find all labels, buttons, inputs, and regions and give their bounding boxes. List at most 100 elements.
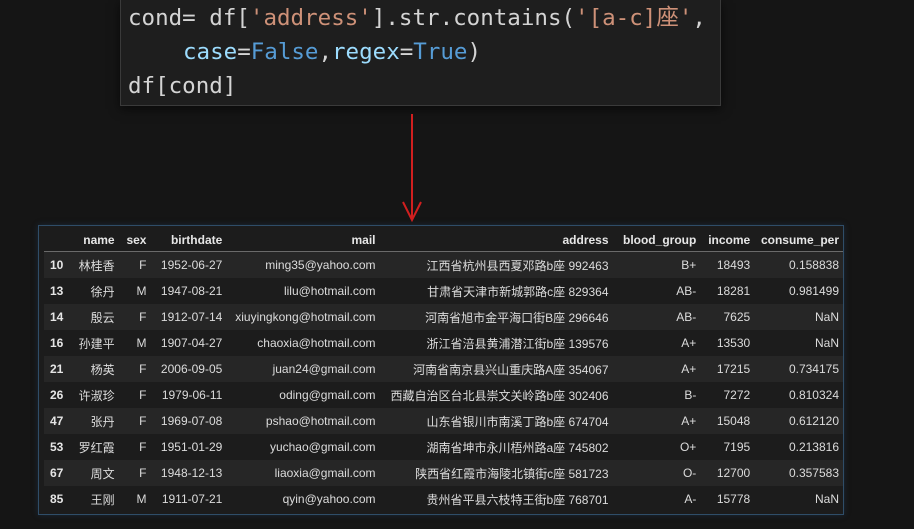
code-token: = — [399, 39, 414, 65]
column-header-blood-group: blood_group — [612, 228, 701, 252]
table-row: 47 张丹 F 1969-07-08 pshao@hotmail.com 山东省银川市南溪… — [44, 408, 843, 434]
cell-name: 王刚 — [71, 486, 119, 512]
cell-income: 17215 — [700, 356, 755, 382]
cell-income: 18281 — [700, 278, 755, 304]
code-param: regex — [332, 39, 400, 65]
cell-mail: pshao@hotmail.com — [226, 408, 380, 434]
table-row: 14 殷云 F 1912-07-14 xiuyingkong@hotmail.com 河南… — [44, 304, 843, 330]
row-index: 85 — [44, 486, 72, 512]
column-header-sex: sex — [118, 228, 151, 252]
code-token: cond= df[ — [128, 5, 250, 31]
cell-name: 徐丹 — [71, 278, 119, 304]
cell-blood-group: O- — [612, 460, 701, 486]
cell-address: 山东省银川市南溪丁路b座 674704 — [379, 408, 613, 434]
cell-income: 12700 — [700, 460, 755, 486]
code-line-2: case=False,regex=True) — [183, 37, 481, 67]
cell-birthdate: 1979-06-11 — [150, 382, 227, 408]
cell-blood-group: B+ — [612, 251, 701, 278]
code-string: '[a-c]座' — [575, 5, 693, 31]
cell-birthdate: 1912-07-14 — [150, 304, 227, 330]
row-index: 21 — [44, 356, 72, 382]
output-dataframe: name sex birthdate mail address blood_gr… — [38, 225, 844, 515]
dataframe-table: name sex birthdate mail address blood_gr… — [44, 228, 843, 512]
column-header-income: income — [700, 228, 755, 252]
code-token: ].str.contains( — [371, 5, 576, 31]
cell-birthdate: 1952-06-27 — [150, 251, 227, 278]
cell-income: 7625 — [700, 304, 755, 330]
cell-mail: juan24@gmail.com — [226, 356, 380, 382]
cell-birthdate: 1947-08-21 — [150, 278, 227, 304]
code-line-1: cond= df['address'].str.contains('[a-c]座… — [128, 3, 706, 33]
code-line-3: df[cond] — [128, 71, 236, 101]
code-constant: True — [413, 39, 468, 65]
code-string: 'address' — [249, 5, 372, 31]
cell-income: 18493 — [700, 251, 755, 278]
code-token: ) — [467, 39, 482, 65]
cell-address: 贵州省平县六枝特王街b座 768701 — [379, 486, 613, 512]
cell-address: 河南省南京县兴山重庆路A座 354067 — [379, 356, 613, 382]
cell-name: 周文 — [71, 460, 119, 486]
cell-consume-per: NaN — [754, 486, 843, 512]
cell-sex: F — [118, 382, 151, 408]
cell-mail: oding@gmail.com — [226, 382, 380, 408]
row-index: 10 — [44, 251, 72, 278]
cell-name: 张丹 — [71, 408, 119, 434]
table-row: 67 周文 F 1948-12-13 liaoxia@gmail.com 陕西省红霞市海陵… — [44, 460, 843, 486]
cell-consume-per: 0.734175 — [754, 356, 843, 382]
cell-mail: lilu@hotmail.com — [226, 278, 380, 304]
code-constant: False — [250, 39, 319, 65]
cell-sex: M — [118, 278, 151, 304]
table-row: 13 徐丹 M 1947-08-21 lilu@hotmail.com 甘肃省天津市新城郭… — [44, 278, 843, 304]
index-header — [44, 228, 72, 252]
cell-consume-per: 0.810324 — [754, 382, 843, 408]
cell-income: 7272 — [700, 382, 755, 408]
row-index: 53 — [44, 434, 72, 460]
code-token: = — [237, 39, 251, 65]
cell-blood-group: AB- — [612, 304, 701, 330]
table-row: 16 孙建平 M 1907-04-27 chaoxia@hotmail.com 浙江省涪县… — [44, 330, 843, 356]
cell-name: 许淑珍 — [71, 382, 119, 408]
row-index: 26 — [44, 382, 72, 408]
cell-consume-per: 0.612120 — [754, 408, 843, 434]
cell-mail: yuchao@gmail.com — [226, 434, 380, 460]
code-param: case — [183, 39, 238, 65]
code-cell[interactable]: cond= df['address'].str.contains('[a-c]座… — [120, 0, 721, 106]
cell-birthdate: 1948-12-13 — [150, 460, 227, 486]
cell-income: 15048 — [700, 408, 755, 434]
cell-birthdate: 1969-07-08 — [150, 408, 227, 434]
table-row: 21 杨英 F 2006-09-05 juan24@gmail.com 河南省南京县兴山重… — [44, 356, 843, 382]
cell-consume-per: 0.158838 — [754, 251, 843, 278]
cell-address: 西藏自治区台北县崇文关岭路b座 302406 — [379, 382, 613, 408]
cell-consume-per: 0.213816 — [754, 434, 843, 460]
cell-income: 15778 — [700, 486, 755, 512]
cell-income: 13530 — [700, 330, 755, 356]
cell-name: 罗红霞 — [71, 434, 119, 460]
cell-mail: liaoxia@gmail.com — [226, 460, 380, 486]
cell-name: 林桂香 — [71, 251, 119, 278]
row-index: 47 — [44, 408, 72, 434]
cell-sex: F — [118, 408, 151, 434]
cell-address: 湖南省坤市永川梧州路a座 745802 — [379, 434, 613, 460]
cell-address: 浙江省涪县黄浦潜江街b座 139576 — [379, 330, 613, 356]
table-row: 26 许淑珍 F 1979-06-11 oding@gmail.com 西藏自治区台北县崇… — [44, 382, 843, 408]
cell-consume-per: NaN — [754, 330, 843, 356]
cell-sex: M — [118, 330, 151, 356]
cell-blood-group: A+ — [612, 408, 701, 434]
cell-blood-group: O+ — [612, 434, 701, 460]
cell-name: 杨英 — [71, 356, 119, 382]
table-row: 10 林桂香 F 1952-06-27 ming35@yahoo.com 江西省杭州县西夏… — [44, 251, 843, 278]
row-index: 14 — [44, 304, 72, 330]
table-row: 53 罗红霞 F 1951-01-29 yuchao@gmail.com 湖南省坤市永川梧… — [44, 434, 843, 460]
cell-sex: M — [118, 486, 151, 512]
column-header-birthdate: birthdate — [150, 228, 227, 252]
row-index: 16 — [44, 330, 72, 356]
header-row: name sex birthdate mail address blood_gr… — [44, 228, 843, 252]
cell-sex: F — [118, 356, 151, 382]
cell-mail: qyin@yahoo.com — [226, 486, 380, 512]
cell-blood-group: AB- — [612, 278, 701, 304]
cell-sex: F — [118, 251, 151, 278]
cell-mail: chaoxia@hotmail.com — [226, 330, 380, 356]
cell-sex: F — [118, 460, 151, 486]
cell-birthdate: 2006-09-05 — [150, 356, 227, 382]
cell-blood-group: A+ — [612, 356, 701, 382]
